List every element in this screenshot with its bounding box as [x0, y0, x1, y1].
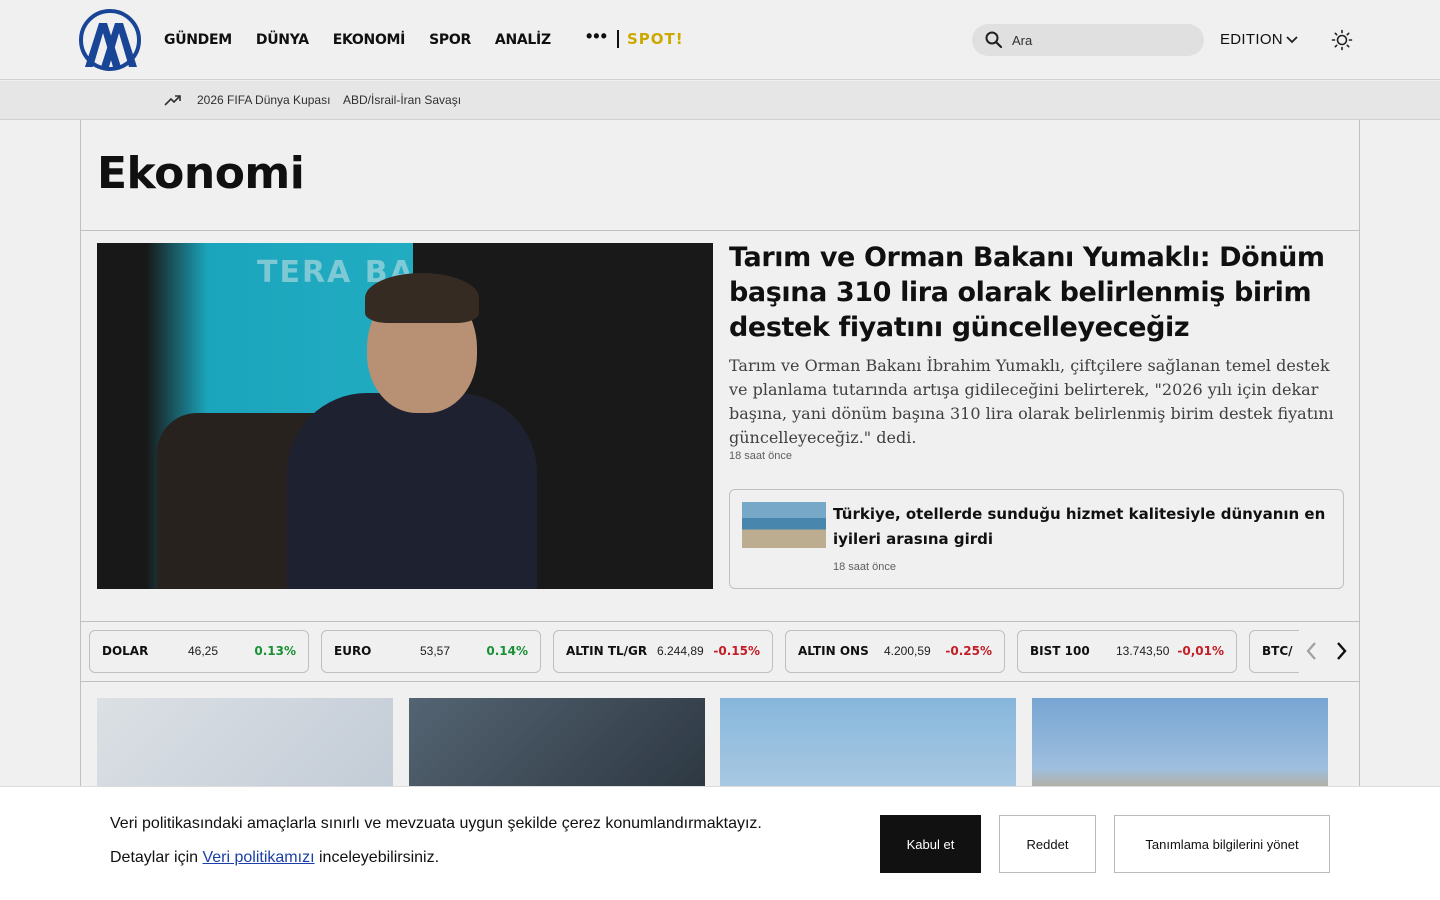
cookie-banner: Veri politikasındaki amaçlarla sınırlı v… [0, 786, 1440, 900]
accept-cookies-button[interactable]: Kabul et [880, 815, 981, 873]
privacy-policy-link[interactable]: Veri politikamızı [202, 849, 314, 866]
cookie-details-prefix: Detaylar için [110, 849, 199, 866]
cookie-text: Veri politikasındaki amaçlarla sınırlı v… [110, 815, 762, 832]
modal-overlay [0, 0, 1440, 786]
cookie-details-suffix: inceleyebilirsiniz. [318, 849, 440, 866]
reject-cookies-button[interactable]: Reddet [999, 815, 1096, 873]
cookie-details: Detaylar için Veri politikamızı inceleye… [110, 849, 439, 867]
manage-cookies-button[interactable]: Tanımlama bilgilerini yönet [1114, 815, 1330, 873]
